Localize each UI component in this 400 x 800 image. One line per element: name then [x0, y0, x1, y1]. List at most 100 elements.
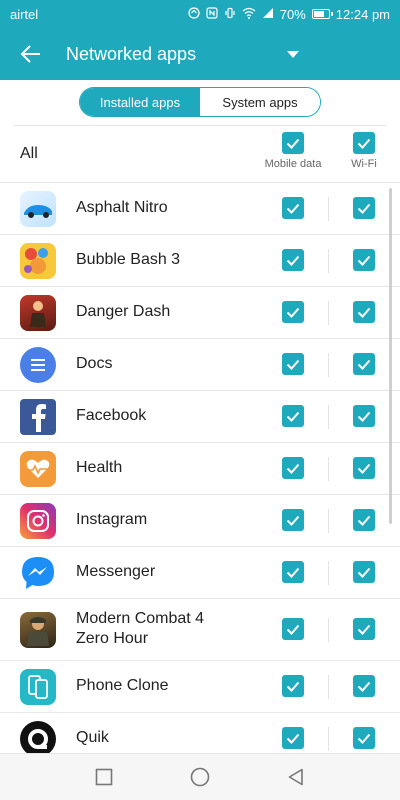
- list-item: Messenger: [0, 546, 400, 598]
- docs-app-icon: [20, 347, 56, 383]
- list-item: Docs: [0, 338, 400, 390]
- vibrate-icon: [224, 7, 236, 21]
- wifi-checkbox[interactable]: [353, 197, 375, 219]
- column-divider: [328, 618, 329, 642]
- back-triangle-icon[interactable]: [284, 765, 308, 789]
- mobile-data-checkbox[interactable]: [282, 675, 304, 697]
- tab-bar: Installed apps System apps: [0, 86, 400, 120]
- app-name: Bubble Bash 3: [76, 251, 181, 268]
- signal-icon: [262, 7, 274, 21]
- wifi-checkbox[interactable]: [353, 561, 375, 583]
- mobile-data-checkbox[interactable]: [282, 618, 304, 640]
- battery-percent: 70%: [279, 6, 306, 22]
- column-divider: [328, 457, 329, 481]
- sync-icon: [188, 7, 200, 21]
- column-divider: [328, 561, 329, 585]
- mobile-data-checkbox[interactable]: [282, 405, 304, 427]
- app-name: Instagram: [76, 511, 148, 528]
- wifi-checkbox[interactable]: [353, 405, 375, 427]
- facebook-app-icon: [20, 399, 56, 435]
- clock: 12:24 pm: [335, 6, 390, 22]
- asphalt-nitro-app-icon: [20, 191, 56, 227]
- mobile-data-checkbox[interactable]: [282, 727, 304, 749]
- mobile-data-checkbox[interactable]: [282, 561, 304, 583]
- wifi-checkbox[interactable]: [353, 727, 375, 749]
- wifi-checkbox[interactable]: [353, 301, 375, 323]
- column-divider: [328, 727, 329, 751]
- tab-installed-apps[interactable]: Installed apps: [80, 88, 200, 116]
- all-mobile-data-checkbox[interactable]: [282, 132, 304, 154]
- carrier-label: airtel: [10, 6, 39, 22]
- column-divider: [328, 353, 329, 377]
- wifi-icon: [242, 7, 256, 21]
- health-app-icon: [20, 451, 56, 487]
- mobile-data-checkbox[interactable]: [282, 249, 304, 271]
- column-divider: [328, 249, 329, 273]
- modern-combat-app-icon: [20, 612, 56, 648]
- wifi-checkbox[interactable]: [353, 675, 375, 697]
- app-name: Quik: [76, 729, 109, 746]
- nfc-icon: [206, 7, 218, 21]
- wifi-checkbox[interactable]: [353, 509, 375, 531]
- all-label: All: [20, 145, 38, 162]
- status-icons: 70% 12:24 pm: [188, 7, 390, 22]
- dropdown-triangle-icon[interactable]: [283, 44, 303, 64]
- wifi-checkbox[interactable]: [353, 353, 375, 375]
- battery-icon: [311, 9, 333, 19]
- column-divider: [328, 509, 329, 533]
- app-name: Modern Combat 4 Zero Hour: [76, 609, 204, 649]
- app-name: Docs: [76, 355, 113, 372]
- tab-system-apps[interactable]: System apps: [200, 88, 320, 116]
- column-divider: [328, 301, 329, 325]
- app-name-line-1: Modern Combat 4: [76, 610, 205, 627]
- list-item: Facebook: [0, 390, 400, 442]
- list-item: Danger Dash: [0, 286, 400, 338]
- list-item: Modern Combat 4 Zero Hour: [0, 598, 400, 660]
- messenger-app-icon: [20, 555, 56, 591]
- app-name: Facebook: [76, 407, 147, 424]
- mobile-data-checkbox[interactable]: [282, 457, 304, 479]
- list-item: Phone Clone: [0, 660, 400, 712]
- page-title: Networked apps: [66, 43, 197, 64]
- back-arrow-icon[interactable]: [16, 39, 46, 69]
- segmented-control: Installed apps System apps: [79, 87, 321, 117]
- app-bar: Networked apps: [0, 28, 400, 80]
- wifi-checkbox[interactable]: [353, 618, 375, 640]
- wifi-checkbox[interactable]: [353, 457, 375, 479]
- app-name: Phone Clone: [76, 677, 169, 694]
- app-name: Danger Dash: [76, 303, 171, 320]
- instagram-app-icon: [20, 503, 56, 539]
- mobile-data-checkbox[interactable]: [282, 197, 304, 219]
- danger-dash-app-icon: [20, 295, 56, 331]
- column-divider: [328, 197, 329, 221]
- bubble-bash-app-icon: [20, 243, 56, 279]
- column-divider: [328, 405, 329, 429]
- wifi-label: Wi-Fi: [351, 158, 377, 170]
- mobile-data-label: Mobile data: [264, 158, 322, 170]
- all-row: All Mobile data Wi-Fi: [0, 126, 400, 182]
- list-item: Bubble Bash 3: [0, 234, 400, 286]
- app-name: Asphalt Nitro: [76, 199, 168, 216]
- list-item: Instagram: [0, 494, 400, 546]
- scrollbar[interactable]: [389, 188, 392, 524]
- mobile-data-checkbox[interactable]: [282, 353, 304, 375]
- home-circle-icon[interactable]: [188, 765, 212, 789]
- quik-app-icon: [20, 721, 56, 757]
- phone-clone-app-icon: [20, 669, 56, 705]
- mobile-data-column-header: Mobile data: [258, 132, 328, 170]
- list-item: Health: [0, 442, 400, 494]
- mobile-data-checkbox[interactable]: [282, 301, 304, 323]
- app-name-line-2: Zero Hour: [76, 630, 149, 647]
- app-list: Asphalt Nitro Bubble Bash 3 Danger Dash …: [0, 182, 400, 764]
- app-name: Messenger: [76, 563, 156, 580]
- system-nav-bar: [0, 753, 400, 800]
- recents-square-icon[interactable]: [92, 765, 116, 789]
- all-wifi-checkbox[interactable]: [353, 132, 375, 154]
- list-item: Asphalt Nitro: [0, 182, 400, 234]
- column-divider: [328, 675, 329, 699]
- wifi-column-header: Wi-Fi: [329, 132, 399, 170]
- wifi-checkbox[interactable]: [353, 249, 375, 271]
- app-name: Health: [76, 459, 123, 476]
- mobile-data-checkbox[interactable]: [282, 509, 304, 531]
- status-bar: airtel 70% 12:24 pm: [0, 0, 400, 28]
